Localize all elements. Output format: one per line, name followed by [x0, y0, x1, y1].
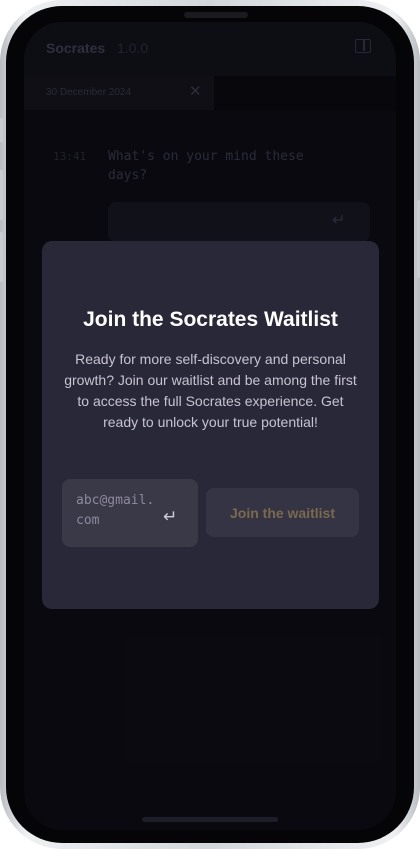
- home-indicator: [142, 817, 278, 822]
- join-waitlist-button[interactable]: Join the waitlist: [206, 488, 359, 537]
- modal-description: Ready for more self-discovery and person…: [64, 351, 357, 430]
- action-button: [0, 118, 3, 142]
- waitlist-modal: Join the Socrates Waitlist Ready for mor…: [42, 241, 379, 609]
- enter-icon[interactable]: ↵: [163, 508, 177, 526]
- email-input[interactable]: [76, 491, 162, 535]
- modal-title: Join the Socrates Waitlist: [83, 308, 338, 331]
- phone-frame: Socrates 1.0.0 30 December 2024 ✕ 13:41 …: [0, 0, 420, 849]
- app-screen: Socrates 1.0.0 30 December 2024 ✕ 13:41 …: [24, 22, 396, 830]
- email-field[interactable]: ↵: [62, 479, 198, 547]
- volume-down-button: [0, 232, 3, 282]
- volume-up-button: [0, 170, 3, 220]
- speaker-grille: [184, 12, 248, 18]
